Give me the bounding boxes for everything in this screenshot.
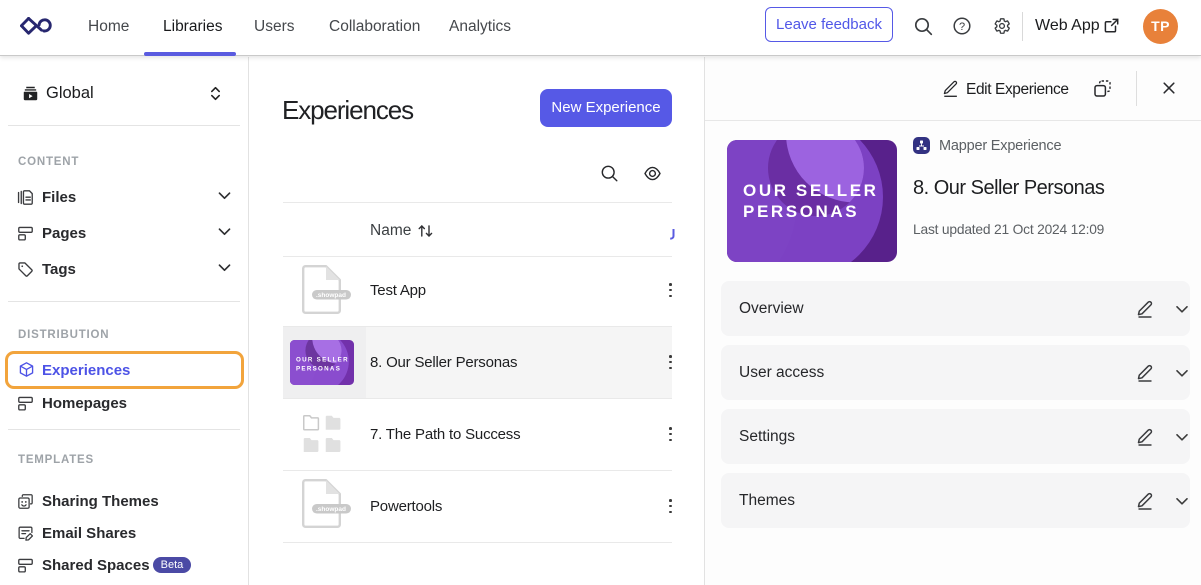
svg-text:PERSONAS: PERSONAS — [296, 366, 341, 373]
svg-text:OUR SELLER: OUR SELLER — [743, 181, 879, 200]
svg-text:?: ? — [959, 21, 965, 33]
svg-text:.showpad: .showpad — [316, 506, 346, 513]
svg-text:.showpad: .showpad — [316, 292, 346, 299]
svg-text:OUR SELLER: OUR SELLER — [296, 357, 349, 364]
svg-text:PERSONAS: PERSONAS — [743, 202, 859, 221]
